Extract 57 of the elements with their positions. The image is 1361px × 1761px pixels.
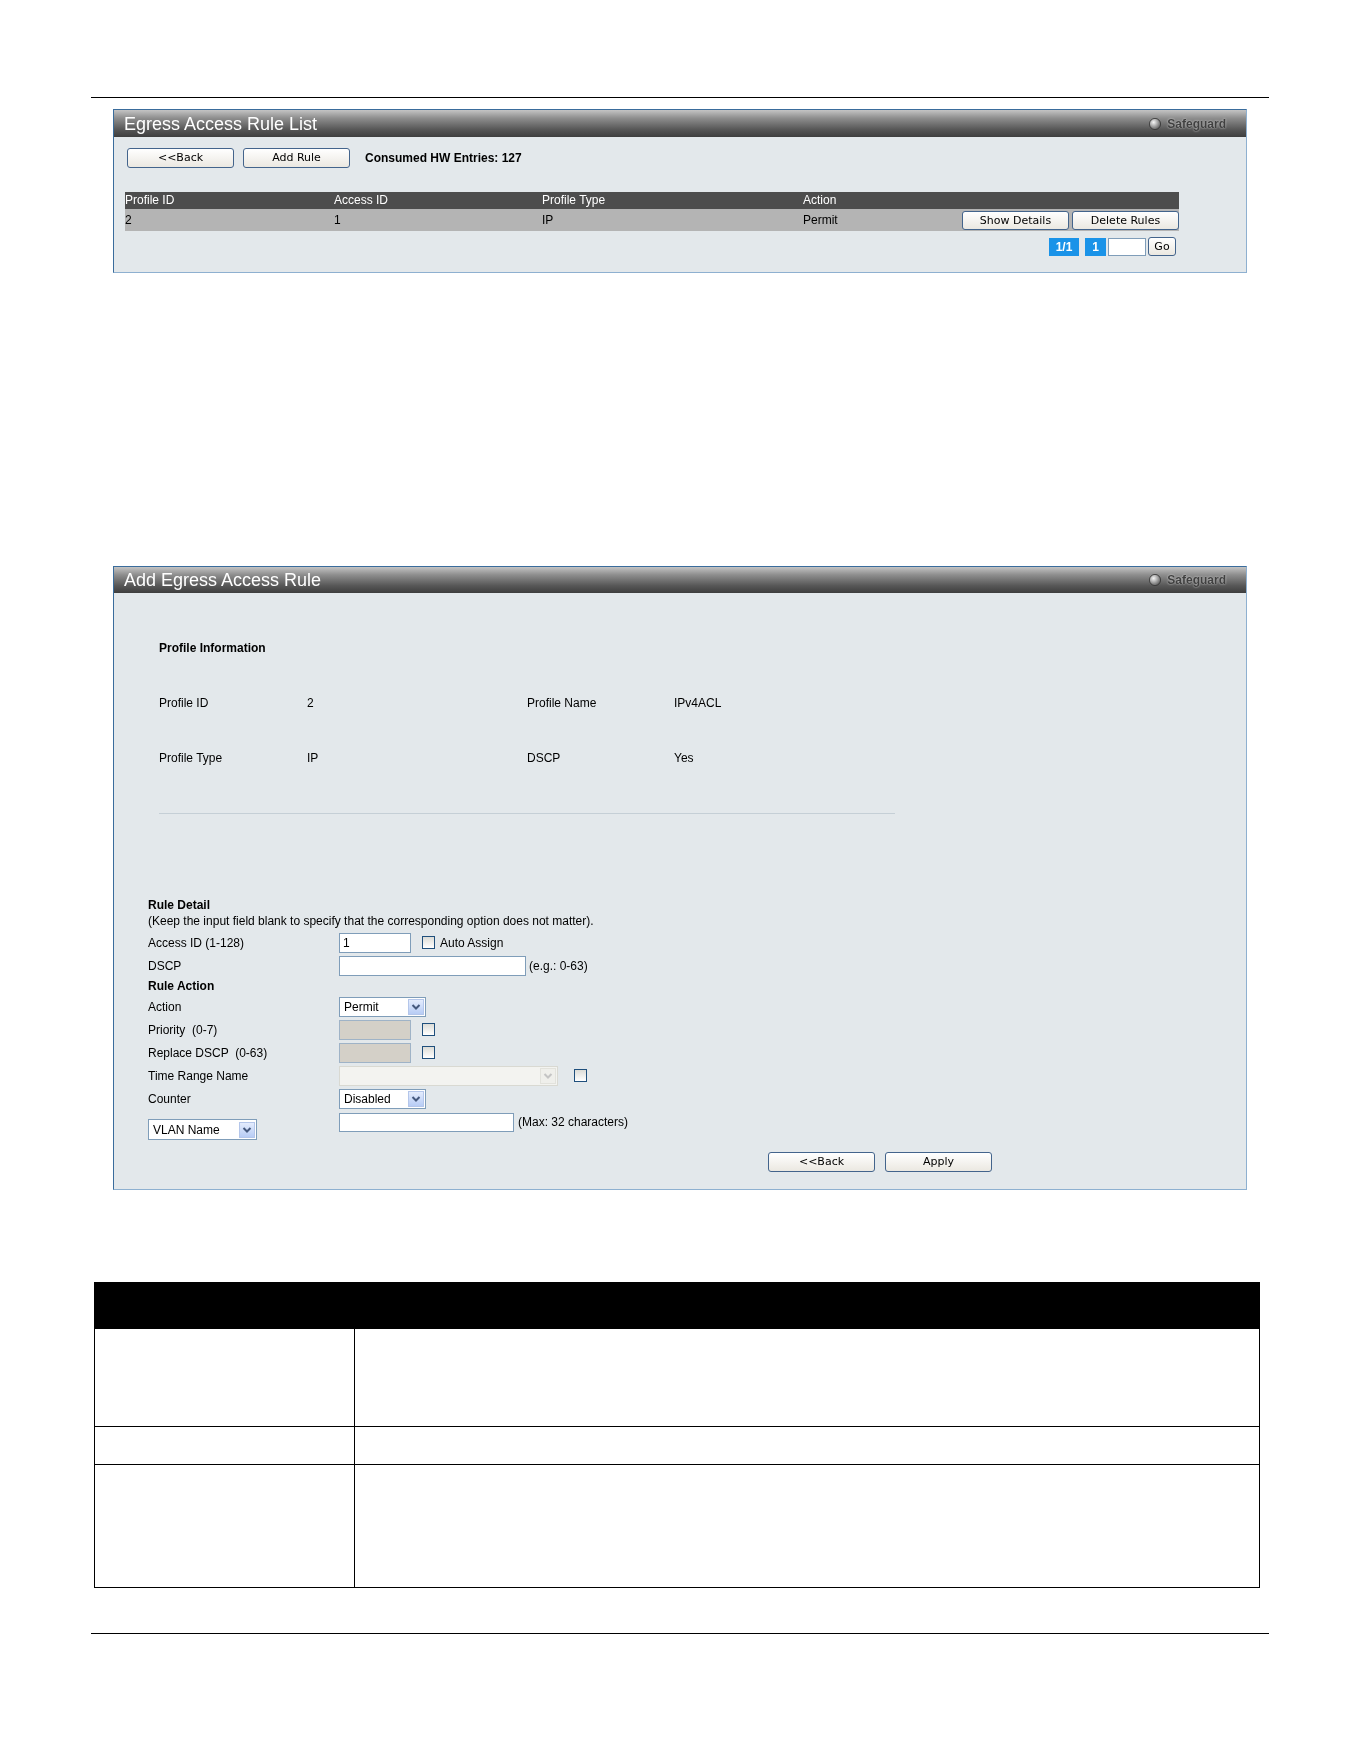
apply-button[interactable]: Apply bbox=[885, 1152, 992, 1172]
caret-icon bbox=[408, 998, 424, 1015]
dropdown[interactable]: Disabled bbox=[339, 1088, 426, 1109]
caret-icon bbox=[239, 1121, 255, 1138]
field-label: DSCP bbox=[527, 751, 562, 765]
column-header: Access ID bbox=[334, 193, 389, 208]
input-field[interactable] bbox=[339, 955, 526, 976]
page-input-field[interactable] bbox=[1108, 237, 1146, 256]
section-heading: Profile Information bbox=[159, 641, 267, 655]
back-button[interactable]: <<Back bbox=[127, 148, 234, 168]
field-value: 2 bbox=[307, 696, 315, 710]
field-label: Profile Type bbox=[159, 751, 224, 765]
input-field[interactable]: 1 bbox=[339, 932, 411, 953]
note-text: (Keep the input field blank to specify that the corresponding option does not matter). bbox=[148, 913, 595, 929]
table-cell-text: 2 bbox=[125, 213, 133, 227]
field-label: Time Range Name bbox=[148, 1068, 250, 1083]
go-button[interactable]: Go bbox=[1148, 237, 1176, 256]
back-button[interactable]: <<Back bbox=[768, 1152, 875, 1172]
table-cell-text: Permit bbox=[803, 213, 839, 227]
field-label: Action bbox=[148, 999, 183, 1014]
field-label: Profile ID bbox=[159, 696, 210, 710]
field-label: Profile Name bbox=[527, 696, 598, 710]
indicator-light-icon bbox=[1149, 574, 1162, 586]
field-label: DSCP bbox=[148, 958, 183, 973]
checkbox-label: Auto Assign bbox=[440, 935, 504, 950]
column-header: Action bbox=[803, 193, 838, 208]
indicator-light-icon bbox=[1149, 117, 1162, 130]
column-header: Profile ID bbox=[125, 193, 176, 208]
field-label: Counter bbox=[148, 1091, 192, 1106]
field-value: IPv4ACL bbox=[674, 696, 723, 710]
panel-title: Egress Access Rule List bbox=[124, 113, 318, 134]
delete-rules-button[interactable]: Delete Rules bbox=[1072, 210, 1179, 230]
add-rule-button[interactable]: Add Rule bbox=[243, 148, 350, 168]
column-header: Profile Type bbox=[542, 193, 607, 208]
hint-text: (Max: 32 characters) bbox=[518, 1114, 629, 1131]
page-count: 1/1 bbox=[1049, 237, 1079, 256]
section-heading: Rule Action bbox=[148, 978, 216, 995]
field-value: IP bbox=[307, 751, 320, 765]
indicator-label: Safeguard bbox=[1167, 116, 1226, 131]
table-cell-text: 1 bbox=[334, 213, 342, 227]
field-label: Priority (0-7) bbox=[148, 1022, 219, 1037]
caret-icon bbox=[540, 1067, 556, 1084]
table-cell-text: IP bbox=[542, 213, 555, 227]
indicator-label: Safeguard bbox=[1167, 573, 1226, 587]
checkbox[interactable] bbox=[422, 936, 435, 949]
show-details-button[interactable]: Show Details bbox=[962, 210, 1069, 230]
input-field[interactable] bbox=[339, 1113, 514, 1132]
field-label: Access ID (1-128) bbox=[148, 935, 246, 950]
section-heading: Rule Detail bbox=[148, 897, 211, 913]
selector-dropdown[interactable]: VLAN Name bbox=[148, 1119, 257, 1140]
entries-count-label: Consumed HW Entries: 127 bbox=[365, 151, 522, 165]
dropdown[interactable]: Permit bbox=[339, 996, 426, 1017]
panel-title: Add Egress Access Rule bbox=[124, 570, 322, 590]
hint-text: (e.g.: 0-63) bbox=[529, 958, 588, 973]
field-label: Replace DSCP (0-63) bbox=[148, 1045, 269, 1060]
field-value: Yes bbox=[674, 751, 695, 765]
caret-icon bbox=[408, 1090, 424, 1107]
